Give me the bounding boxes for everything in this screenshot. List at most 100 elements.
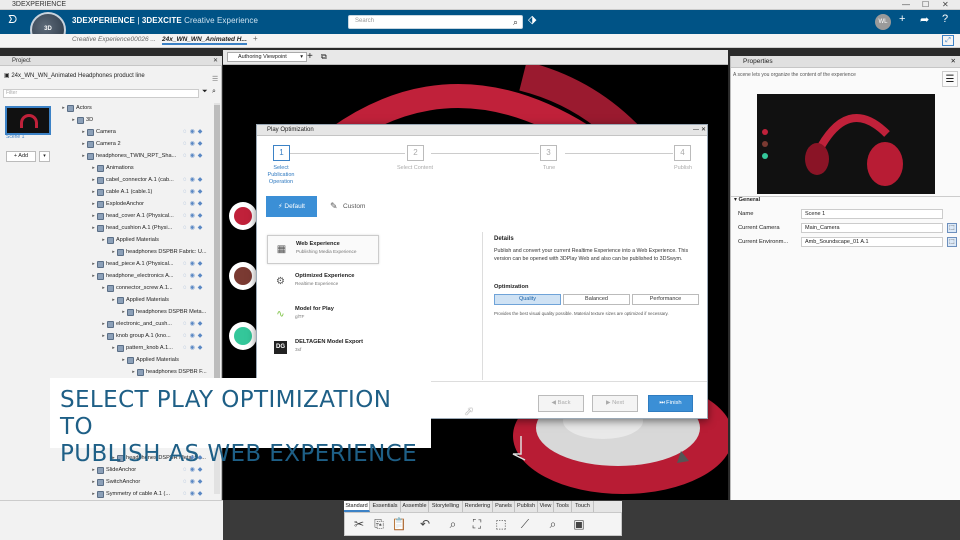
tree-item[interactable]: ▸ Applied Materials [110, 296, 169, 305]
tree-expand-icon[interactable]: ▸ [80, 128, 87, 137]
tree-expand-icon[interactable]: ▸ [80, 140, 87, 149]
zoom-icon[interactable]: ⌕ [445, 516, 461, 532]
add-icon[interactable]: + [899, 13, 905, 25]
add-dropdown-button[interactable]: ▾ [39, 151, 50, 162]
tree-item[interactable]: ▸ headphone_electronics A... [90, 272, 174, 281]
tree-expand-icon[interactable]: ▸ [90, 272, 97, 281]
tree-item-actions[interactable]: ◌◉◆ [183, 260, 205, 269]
opt-quality-button[interactable]: Quality [494, 294, 561, 305]
tree-item[interactable]: ▸ Applied Materials [120, 356, 179, 365]
tree-expand-icon[interactable]: ▸ [120, 308, 127, 317]
tree-item[interactable]: ▸ ExplodeAnchor [90, 200, 144, 209]
tree-expand-icon[interactable]: ▸ [120, 356, 127, 365]
tree-expand-icon[interactable]: ▸ [110, 248, 117, 257]
viewport-camera-icon[interactable]: ⧉ [321, 52, 327, 62]
general-section[interactable]: ▾ General [734, 197, 760, 203]
help-icon[interactable]: ? [942, 13, 948, 25]
measure-icon[interactable]: ⟋ [517, 516, 533, 532]
tree-expand-icon[interactable]: ▸ [100, 236, 107, 245]
property-value[interactable]: Main_Camera [801, 223, 943, 233]
tree-item-actions[interactable]: ◌◉◆ [183, 344, 205, 353]
tree-item-actions[interactable]: ◌◉◆ [183, 332, 205, 341]
action-tab[interactable]: View [538, 501, 554, 512]
tree-item[interactable]: ▸ head_cushion A.1 (Physi... [90, 224, 172, 233]
cut-icon[interactable]: ✂ [351, 516, 367, 532]
tree-expand-icon[interactable]: ▸ [90, 164, 97, 173]
close-window-button[interactable]: ✕ [942, 0, 949, 10]
share-icon[interactable]: ➦ [920, 13, 929, 26]
action-tab[interactable]: Standard [344, 501, 370, 512]
option-deltagen-export[interactable]: DG DELTAGEN Model Export 3xf [267, 334, 379, 363]
tree-item[interactable]: ▸ headphones DSPBR F... [130, 368, 207, 377]
action-tab[interactable]: Panels [493, 501, 515, 512]
finish-button[interactable]: ⏭ Finish [648, 395, 693, 412]
tree-item[interactable]: ▸ head_piece A.1 (Physical... [90, 260, 173, 269]
tree-expand-icon[interactable]: ▸ [100, 320, 107, 329]
tree-item[interactable]: ▸ 3D [70, 116, 93, 125]
paste-icon[interactable]: 📋 [391, 516, 407, 532]
undo-icon[interactable]: ↶ [417, 516, 433, 532]
back-button[interactable]: ◀ Back [538, 395, 584, 412]
tree-expand-icon[interactable]: ▸ [90, 176, 97, 185]
tree-expand-icon[interactable]: ▸ [90, 188, 97, 197]
tree-item-actions[interactable]: ◌◉◆ [183, 188, 205, 197]
tree-expand-icon[interactable]: ▸ [80, 152, 87, 161]
tree-item-actions[interactable]: ◌◉◆ [183, 176, 205, 185]
dialog-close-icon[interactable]: ✕ [701, 125, 706, 136]
tree-item[interactable]: ▸ headphones DSPBR Fabric: U... [110, 248, 207, 257]
tree-item[interactable]: ▸ Applied Materials [100, 236, 159, 245]
tree-item-actions[interactable]: ◌◉◆ [183, 490, 205, 499]
action-tab[interactable]: Touch [572, 501, 594, 512]
property-pick-icon[interactable]: ⬚ [947, 223, 957, 233]
tree-item-actions[interactable]: ◌◉◆ [183, 128, 205, 137]
next-button[interactable]: ▶ Next [592, 395, 638, 412]
tree-item[interactable]: ▸ Actors [60, 104, 92, 113]
search-tool-icon[interactable]: ⌕ [545, 516, 561, 532]
tree-item-actions[interactable]: ◌◉◆ [183, 284, 205, 293]
swatch-red[interactable] [234, 207, 252, 225]
property-value[interactable]: Amb_Soundscape_01 A.1 [801, 237, 943, 247]
swatch-brown[interactable] [234, 267, 252, 285]
action-tab[interactable]: Publish [515, 501, 538, 512]
tree-expand-icon[interactable]: ▸ [90, 260, 97, 269]
tag-icon[interactable]: ⬗ [528, 13, 536, 26]
tree-scrollbar-thumb[interactable] [214, 105, 220, 395]
tree-item-actions[interactable]: ◌◉◆ [183, 272, 205, 281]
fit-icon[interactable]: ⛶ [469, 516, 485, 532]
tree-item[interactable]: ▸ connector_screw A.1... [100, 284, 173, 293]
tree-expand-icon[interactable]: ▸ [90, 200, 97, 209]
scene-label[interactable]: Scene 1 [6, 134, 24, 140]
close-panel-icon[interactable]: ✕ [213, 56, 218, 66]
tab-creative-experience[interactable]: Creative Experience00026 ... [72, 36, 156, 43]
tree-expand-icon[interactable]: ▸ [100, 284, 107, 293]
filter-input[interactable]: Filter [3, 89, 199, 98]
filter-icon[interactable]: ⏷ [202, 88, 208, 96]
tree-item[interactable]: ▸ knob group A.1 (kno... [100, 332, 171, 341]
viewpoint-dropdown[interactable]: Authoring Viewpoint ▾ [227, 52, 307, 62]
tree-item-actions[interactable]: ◌◉◆ [183, 200, 205, 209]
tree-item[interactable]: ▸ SwitchAnchor [90, 478, 140, 487]
tree-expand-icon[interactable]: ▸ [60, 104, 67, 113]
tree-item[interactable]: ▸ headphones DSPBR Meta... [120, 308, 206, 317]
search-icon[interactable]: ⌕ [513, 17, 518, 28]
dialog-minimize-icon[interactable]: — [693, 125, 699, 136]
tree-expand-icon[interactable]: ▸ [110, 296, 117, 305]
mode-custom-button[interactable]: ✎ Custom [327, 196, 387, 217]
tree-item[interactable]: ▸ Camera 2 [80, 140, 121, 149]
tree-expand-icon[interactable]: ▸ [90, 224, 97, 233]
tree-item-actions[interactable]: ◌◉◆ [183, 140, 205, 149]
tree-item[interactable]: ▸ cabel_connector A.1 (cab... [90, 176, 174, 185]
search-input[interactable]: Search ⌕ [348, 15, 523, 29]
maximize-button[interactable]: ☐ [922, 0, 929, 10]
tree-expand-icon[interactable]: ▸ [70, 116, 77, 125]
tree-item[interactable]: ▸ electronic_and_cush... [100, 320, 172, 329]
image-icon[interactable]: ▣ [571, 516, 587, 532]
action-tab[interactable]: Tools [554, 501, 572, 512]
select-icon[interactable]: ⬚ [493, 516, 509, 532]
copy-icon[interactable]: ⎘ [371, 516, 387, 532]
opt-performance-button[interactable]: Performance [632, 294, 699, 305]
user-avatar[interactable]: WL [875, 14, 891, 30]
scene-thumbnail[interactable] [5, 106, 51, 135]
tree-item[interactable]: ▸ Animations [90, 164, 134, 173]
tree-expand-icon[interactable]: ▸ [90, 212, 97, 221]
